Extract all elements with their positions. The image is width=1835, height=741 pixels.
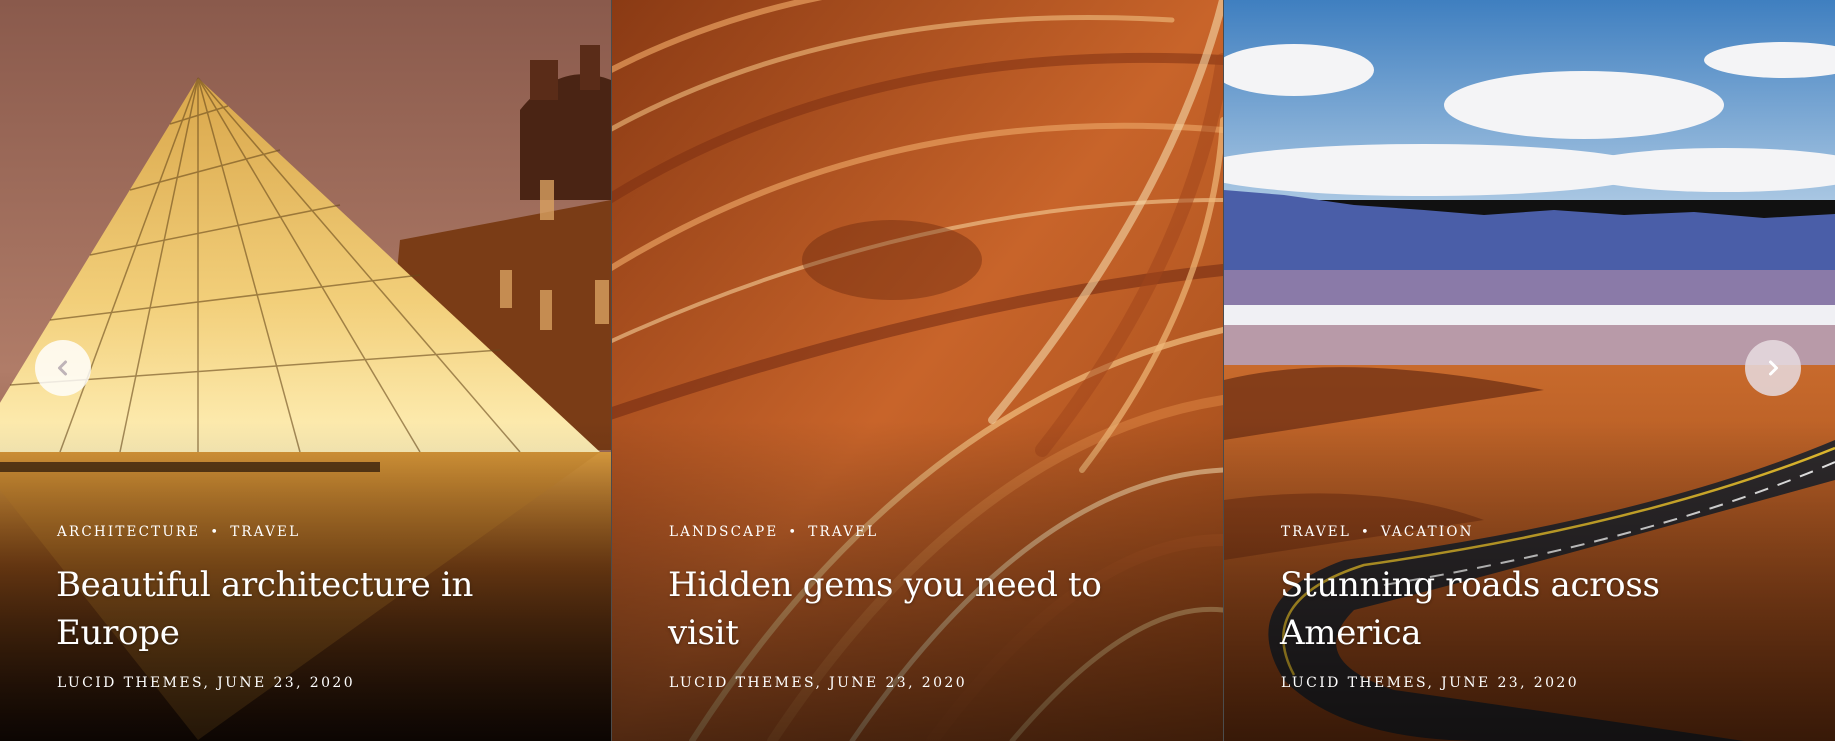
post-meta: Lucid Themes, June 23, 2020 — [57, 675, 356, 691]
category-link[interactable]: Travel — [1281, 524, 1351, 540]
post-categories: Landscape • Travel — [669, 523, 1183, 541]
post-caption: Landscape • Travel Hidden gems you need … — [668, 523, 1183, 691]
chevron-right-icon — [1769, 360, 1778, 376]
post-carousel: Architecture • Travel Beautiful architec… — [0, 0, 1835, 741]
post-slide-landscape[interactable]: Landscape • Travel Hidden gems you need … — [611, 0, 1223, 741]
category-link[interactable]: Travel — [230, 524, 300, 540]
post-categories: Architecture • Travel — [57, 523, 571, 541]
post-meta: Lucid Themes, June 23, 2020 — [1281, 675, 1580, 691]
category-separator: • — [210, 524, 221, 540]
category-separator: • — [788, 524, 799, 540]
post-title-line[interactable]: Beautiful architecture in — [56, 565, 473, 605]
post-caption: Architecture • Travel Beautiful architec… — [56, 523, 571, 691]
post-title-line[interactable]: visit — [668, 613, 739, 653]
category-link[interactable]: Travel — [808, 524, 878, 540]
post-caption: Travel • Vacation Stunning roads across … — [1280, 523, 1795, 691]
category-separator: • — [1361, 524, 1371, 540]
post-slide-roads[interactable]: Travel • Vacation Stunning roads across … — [1223, 0, 1835, 741]
post-title-line[interactable]: Hidden gems you need to — [668, 565, 1102, 605]
post-title-line[interactable]: Stunning roads across — [1280, 565, 1660, 605]
post-title[interactable]: Beautiful architecture in Europe — [56, 561, 571, 657]
post-title[interactable]: Hidden gems you need to visit — [668, 561, 1183, 657]
carousel-next-button[interactable] — [1745, 340, 1801, 396]
post-title-line[interactable]: America — [1280, 613, 1422, 653]
post-title[interactable]: Stunning roads across America — [1280, 561, 1795, 657]
post-meta: Lucid Themes, June 23, 2020 — [669, 675, 968, 691]
post-categories: Travel • Vacation — [1281, 523, 1795, 541]
category-link[interactable]: Landscape — [669, 524, 778, 540]
category-link[interactable]: Vacation — [1381, 524, 1474, 540]
carousel-prev-button[interactable] — [35, 340, 91, 396]
chevron-left-icon — [58, 360, 67, 376]
post-title-line[interactable]: Europe — [56, 613, 180, 653]
post-slide-architecture[interactable]: Architecture • Travel Beautiful architec… — [0, 0, 611, 741]
category-link[interactable]: Architecture — [57, 524, 200, 540]
